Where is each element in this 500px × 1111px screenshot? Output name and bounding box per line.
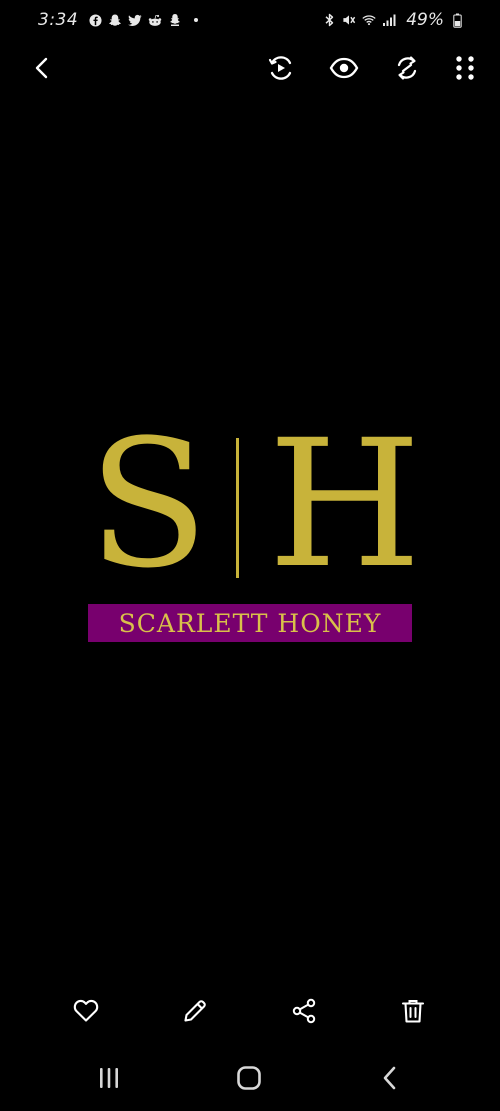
more-notifications-dot — [194, 18, 199, 22]
battery-percentage: 49% — [406, 10, 444, 30]
nav-back-button[interactable] — [366, 1056, 414, 1104]
logo-divider — [236, 438, 239, 578]
rotate-icon — [393, 54, 421, 86]
edit-button[interactable] — [172, 990, 218, 1036]
status-time: 3:34 — [38, 10, 79, 30]
logo-brand-name: SCARLETT HONEY — [118, 608, 382, 638]
signal-icon — [382, 13, 396, 27]
remaster-icon — [267, 54, 295, 86]
logo-letter-s: S — [88, 402, 209, 607]
home-button[interactable] — [225, 1056, 273, 1104]
scarlett-honey-logo: S H SCARLETT HONEY — [88, 402, 421, 644]
home-icon — [236, 1065, 262, 1095]
snapchat-icon — [108, 13, 122, 27]
favorite-button[interactable] — [63, 990, 109, 1036]
bluetooth-icon — [322, 13, 336, 27]
visibility-button[interactable] — [322, 48, 366, 92]
recent-apps-icon — [97, 1067, 121, 1093]
status-left: 3:34 — [38, 10, 199, 30]
nav-back-icon — [381, 1066, 399, 1094]
viewer-top-toolbar — [0, 48, 500, 92]
viewer-action-bar — [0, 990, 500, 1036]
heart-icon — [73, 999, 99, 1027]
share-button[interactable] — [281, 990, 327, 1036]
back-button[interactable] — [20, 48, 64, 92]
share-icon — [291, 998, 317, 1028]
back-icon — [32, 56, 52, 84]
twitter-icon — [128, 13, 142, 27]
trash-icon — [401, 998, 425, 1028]
status-right: 49% — [322, 10, 464, 30]
pencil-icon — [182, 998, 208, 1028]
system-nav-bar — [0, 1056, 500, 1104]
battery-icon — [450, 13, 464, 28]
remaster-button[interactable] — [259, 48, 303, 92]
gallery-viewer-screen: 3:34 49% S H SCARLETT HONEY — [0, 0, 500, 1111]
reddit-icon — [148, 13, 162, 27]
visibility-icon — [329, 57, 359, 83]
more-options-icon — [453, 55, 477, 85]
mute-icon — [342, 13, 356, 27]
more-options-button[interactable] — [443, 48, 487, 92]
snapchat-icon — [168, 13, 182, 27]
status-bar: 3:34 49% — [0, 0, 500, 40]
wifi-icon — [362, 13, 376, 27]
facebook-icon — [88, 13, 102, 27]
recent-apps-button[interactable] — [85, 1056, 133, 1104]
delete-button[interactable] — [390, 990, 436, 1036]
logo-letter-h: H — [268, 402, 422, 607]
logo-brand-band: SCARLETT HONEY — [88, 604, 412, 642]
rotate-button[interactable] — [385, 48, 429, 92]
